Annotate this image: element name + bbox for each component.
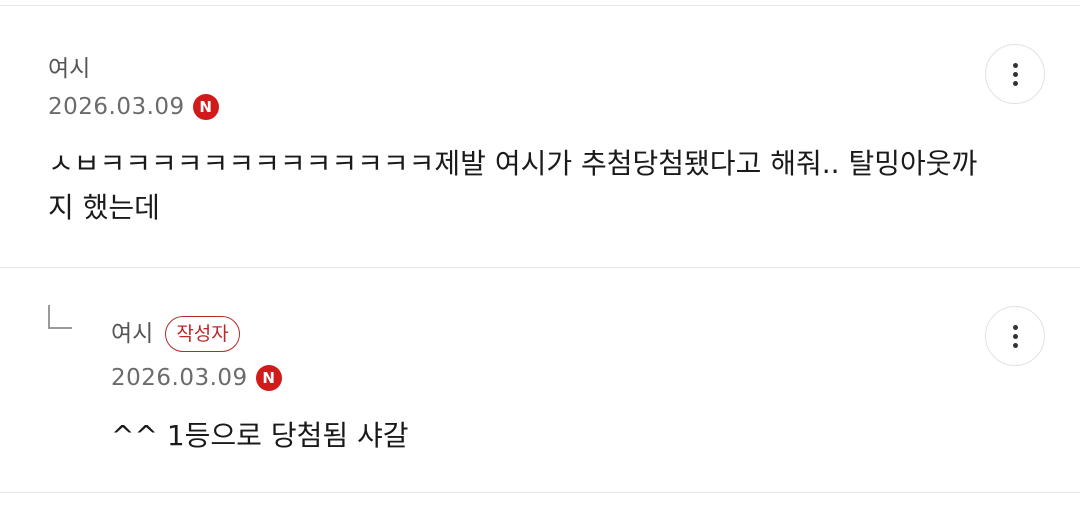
bottom-divider <box>0 492 1080 493</box>
more-vertical-icon <box>1012 324 1018 330</box>
more-options-button[interactable] <box>985 306 1045 366</box>
reply-author-row: 여시 작성자 <box>111 316 240 352</box>
more-vertical-icon <box>1012 62 1018 68</box>
more-vertical-icon-dot <box>1012 342 1018 348</box>
more-vertical-icon-dot <box>1012 80 1018 86</box>
reply-date: 2026.03.09 <box>111 365 248 391</box>
more-options-button[interactable] <box>985 44 1045 104</box>
more-vertical-icon-dot <box>1012 333 1018 339</box>
reply-body: ^^ 1등으로 당첨됨 샤갈 <box>111 419 409 452</box>
comment-date: 2026.03.09 <box>48 94 185 120</box>
writer-badge: 작성자 <box>165 316 240 352</box>
comment-item: 여시 2026.03.09 N ㅅㅂㅋㅋㅋㅋㅋㅋㅋㅋㅋㅋㅋㅋㅋ제발 여시가 추첨… <box>0 0 1080 267</box>
comment-body: ㅅㅂㅋㅋㅋㅋㅋㅋㅋㅋㅋㅋㅋㅋㅋ제발 여시가 추첨당첨됐다고 해줘.. 탈밍아웃까… <box>48 147 978 224</box>
more-vertical-icon-dot <box>1012 71 1018 77</box>
comment-author[interactable]: 여시 <box>48 54 90 84</box>
reply-item: 여시 작성자 2026.03.09 N ^^ 1등으로 당첨됨 샤갈 <box>0 268 1080 492</box>
comment-date-row: 2026.03.09 N <box>48 92 219 122</box>
new-badge: N <box>255 365 282 391</box>
reply-arrow-icon <box>48 305 72 329</box>
reply-date-row: 2026.03.09 N <box>111 363 282 393</box>
new-badge: N <box>192 94 219 120</box>
reply-author[interactable]: 여시 <box>111 319 153 349</box>
